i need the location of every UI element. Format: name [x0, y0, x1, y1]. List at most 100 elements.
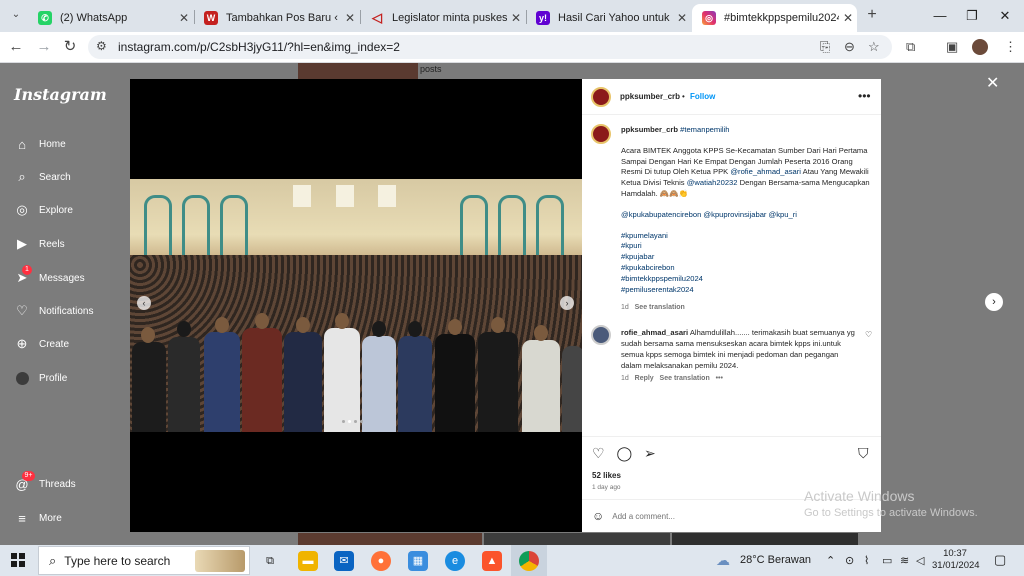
- add-comment-field[interactable]: ☺ Add a comment...: [592, 509, 675, 523]
- likes-count[interactable]: 52 likes: [592, 471, 621, 480]
- close-tab-icon[interactable]: ✕: [175, 11, 193, 25]
- next-slide-button[interactable]: ›: [560, 296, 574, 310]
- author-username[interactable]: ppksumber_crb: [620, 92, 680, 101]
- zoom-icon[interactable]: ⊖: [844, 39, 855, 55]
- close-tab-icon[interactable]: ✕: [507, 11, 525, 25]
- close-tab-icon[interactable]: ✕: [839, 11, 857, 25]
- mentions-line[interactable]: @kpukabupatencirebon @kpuprovinsijabar @…: [621, 210, 871, 221]
- author-avatar[interactable]: [591, 87, 611, 107]
- tray-clock[interactable]: 10:37 31/01/2024: [932, 548, 980, 572]
- close-tab-icon[interactable]: ✕: [341, 11, 359, 25]
- nav-label: Home: [39, 138, 66, 150]
- nav-profile[interactable]: Profile: [14, 370, 67, 386]
- tray-record-icon[interactable]: ⊙: [845, 554, 854, 567]
- minimize-icon[interactable]: —: [925, 6, 955, 26]
- caption-hashtag[interactable]: #temanpemilih: [680, 125, 729, 134]
- commenter-avatar[interactable]: [591, 325, 611, 345]
- tab-instagram[interactable]: ◎ #bimtekkppspemilu2024 on ✕: [692, 4, 857, 32]
- yahoo-icon: y!: [536, 11, 550, 25]
- comment-age: 1d: [621, 375, 629, 382]
- chrome-icon[interactable]: [519, 551, 539, 571]
- weather-text[interactable]: 28°C Berawan: [740, 554, 811, 566]
- hashtag-link[interactable]: #kpukabcirebon: [621, 263, 871, 274]
- address-bar[interactable]: ⚙ instagram.com/p/C2sbH3jyG11/?hl=en&img…: [88, 35, 892, 59]
- forward-icon[interactable]: →: [34, 37, 54, 57]
- tray-volume-icon[interactable]: ◁: [916, 554, 924, 567]
- file-explorer-icon[interactable]: ▬: [298, 551, 318, 571]
- tab-legislator[interactable]: ◁ Legislator minta puskesmas ✕: [360, 4, 525, 32]
- tray-wifi-icon[interactable]: ≋: [900, 554, 909, 567]
- tray-battery-icon[interactable]: ▭: [882, 554, 892, 567]
- back-icon[interactable]: ←: [6, 37, 26, 57]
- hashtag-link[interactable]: #kpuri: [621, 241, 871, 252]
- like-comment-icon[interactable]: ♡: [865, 330, 872, 339]
- side-panel-icon[interactable]: ▣: [946, 39, 958, 55]
- hashtag-link[interactable]: #pemiluserentak2024: [621, 285, 871, 296]
- more-options-icon[interactable]: •••: [858, 89, 871, 103]
- previous-slide-button[interactable]: ‹: [137, 296, 151, 310]
- new-tab-icon[interactable]: +: [862, 5, 882, 25]
- windows-start-icon[interactable]: [11, 553, 25, 567]
- person: [132, 342, 166, 432]
- instagram-logo[interactable]: Instagram: [14, 85, 107, 104]
- next-post-button[interactable]: ›: [985, 293, 1003, 311]
- tab-search-icon[interactable]: ⌄: [6, 5, 26, 25]
- tray-network-icon[interactable]: ⌇: [864, 554, 869, 567]
- nav-threads[interactable]: @9+ Threads: [14, 471, 76, 492]
- comment-options-icon[interactable]: •••: [716, 375, 723, 382]
- reload-icon[interactable]: ↻: [60, 37, 80, 57]
- edge-icon[interactable]: e: [445, 551, 465, 571]
- profile-avatar[interactable]: [972, 39, 988, 55]
- reply-link[interactable]: Reply: [635, 375, 654, 382]
- tray-chevron-icon[interactable]: ⌃: [826, 554, 835, 567]
- caption-avatar[interactable]: [591, 124, 611, 144]
- nav-home[interactable]: ⌂ Home: [14, 136, 66, 152]
- nav-search[interactable]: ⌕ Search: [14, 169, 70, 185]
- browser-menu-icon[interactable]: ⋮: [1004, 39, 1017, 55]
- nav-explore[interactable]: ◎ Explore: [14, 202, 73, 218]
- nav-reels[interactable]: ▶ Reels: [14, 236, 65, 252]
- profile-icon: [14, 370, 30, 386]
- background-thumbnail: [672, 533, 858, 545]
- restore-icon[interactable]: ❐: [957, 6, 987, 26]
- mention-link[interactable]: @rofie_ahmad_asari: [730, 167, 801, 176]
- extensions-icon[interactable]: ⧉: [906, 39, 915, 55]
- store-icon[interactable]: ▦: [408, 551, 428, 571]
- close-tab-icon[interactable]: ✕: [673, 11, 691, 25]
- mail-icon[interactable]: ✉: [334, 551, 354, 571]
- close-modal-icon[interactable]: ✕: [986, 73, 999, 93]
- nav-more[interactable]: ≡ More: [14, 510, 62, 526]
- firefox-icon[interactable]: ●: [371, 551, 391, 571]
- comment-icon[interactable]: ◯: [616, 445, 632, 461]
- tab-wordpress[interactable]: W Tambahkan Pos Baru ‹ Terop ✕: [194, 4, 359, 32]
- nav-messages[interactable]: ➤ 1 Messages: [14, 265, 85, 286]
- task-view-icon[interactable]: ⧉: [260, 551, 280, 571]
- brave-icon[interactable]: ▲: [482, 551, 502, 571]
- save-icon[interactable]: ⛉: [858, 445, 869, 462]
- separator-dot: •: [682, 92, 685, 101]
- nav-notifications[interactable]: ♡ Notifications: [14, 303, 93, 319]
- bookmark-star-icon[interactable]: ☆: [868, 39, 880, 55]
- like-icon[interactable]: ♡: [592, 445, 605, 461]
- hall-window: [293, 185, 311, 207]
- mention-link[interactable]: @watiah20232: [687, 178, 738, 187]
- tab-yahoo[interactable]: y! Hasil Cari Yahoo untuk insta ✕: [526, 4, 691, 32]
- emoji-icon[interactable]: ☺: [592, 509, 604, 523]
- instagram-icon: ◎: [702, 11, 716, 25]
- comment-username[interactable]: rofie_ahmad_asari: [621, 328, 688, 337]
- site-info-icon[interactable]: ⚙: [96, 39, 107, 53]
- tab-whatsapp[interactable]: ✆ (2) WhatsApp ✕: [28, 4, 193, 32]
- notification-center-icon[interactable]: ▢: [994, 552, 1006, 568]
- window-close-icon[interactable]: ✕: [990, 6, 1020, 26]
- install-icon[interactable]: ⎘: [820, 39, 830, 55]
- caption-username[interactable]: ppksumber_crb: [621, 125, 678, 134]
- share-icon[interactable]: ➢: [644, 445, 656, 461]
- hashtag-link[interactable]: #kpumelayani: [621, 231, 871, 242]
- see-translation-link[interactable]: See translation: [635, 304, 685, 311]
- follow-button[interactable]: Follow: [690, 92, 715, 101]
- taskbar-search[interactable]: ⌕ Type here to search: [38, 546, 250, 575]
- nav-create[interactable]: ⊕ Create: [14, 336, 69, 352]
- see-translation-link[interactable]: See translation: [660, 375, 710, 382]
- hashtag-link[interactable]: #kpujabar: [621, 252, 871, 263]
- hashtag-link[interactable]: #bimtekkppspemilu2024: [621, 274, 871, 285]
